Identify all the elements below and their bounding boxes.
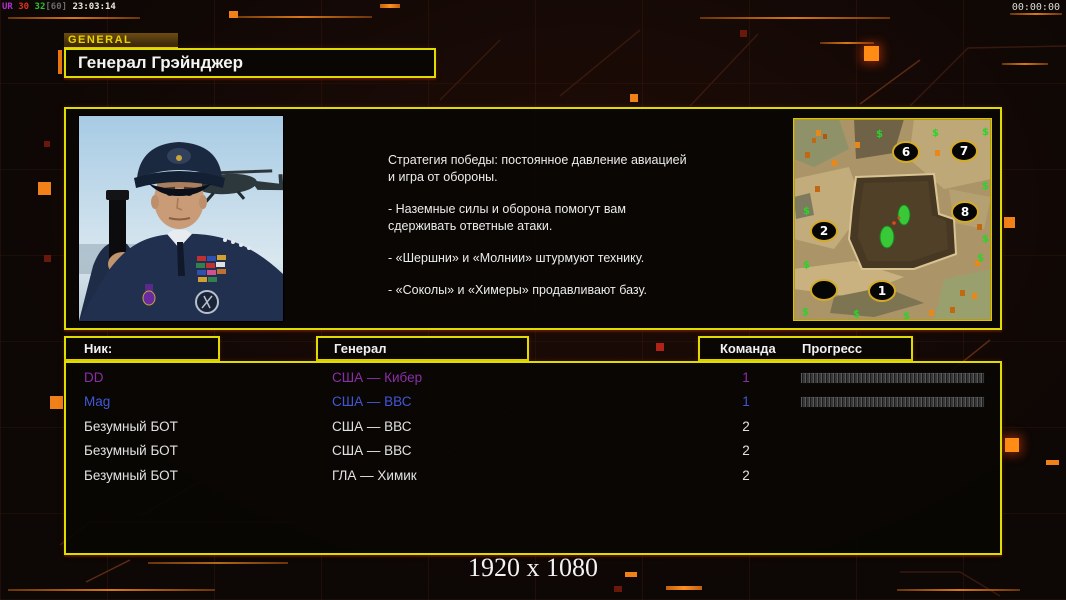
debug-label: UR <box>2 2 13 12</box>
player-general: США — Кибер <box>332 370 423 385</box>
resolution-label: 1920 x 1080 <box>468 553 598 582</box>
player-row: Безумный БОТ ГЛА — Химик 2 <box>66 465 1000 489</box>
player-general: США — ВВС <box>332 394 412 410</box>
deco-square <box>44 255 51 262</box>
svg-text:$: $ <box>932 128 939 139</box>
deco-square <box>864 46 879 61</box>
deco-line <box>8 589 215 591</box>
svg-text:$: $ <box>803 260 810 271</box>
deco-square <box>630 94 638 102</box>
svg-text:$: $ <box>982 181 989 192</box>
player-team: 2 <box>742 443 750 459</box>
player-nick: DD <box>84 370 104 385</box>
player-nick: Mag <box>84 394 111 410</box>
deco-square <box>614 586 622 592</box>
deco-line <box>700 17 890 19</box>
svg-text:8: 8 <box>961 205 969 219</box>
deco-square <box>740 30 747 37</box>
deco-line <box>380 4 400 8</box>
svg-text:$: $ <box>982 234 989 245</box>
column-header-team-progress: Команда Прогресс <box>698 336 913 361</box>
deco-line <box>666 586 702 590</box>
player-general: ГЛА — Химик <box>332 467 417 483</box>
svg-text:6: 6 <box>902 145 910 159</box>
svg-text:2: 2 <box>820 224 828 238</box>
deco-square <box>50 396 63 409</box>
general-portrait <box>78 115 284 322</box>
player-row: Безумный БОТ США — ВВС 2 <box>66 416 1000 440</box>
player-row: DD США — Кибер 1 <box>66 367 1000 391</box>
start-position-marker <box>810 279 838 301</box>
strategy-briefing: Стратегия победы: постоянное давление ав… <box>388 152 728 314</box>
svg-text:$: $ <box>977 253 984 264</box>
deco-line <box>820 42 874 44</box>
player-nick: Безумный БОТ <box>84 467 178 483</box>
svg-text:$: $ <box>853 309 860 320</box>
deco-line <box>8 17 140 19</box>
debug-clock: 23:03:14 <box>72 2 116 12</box>
player-team: 2 <box>742 467 750 483</box>
tree-icon <box>879 225 895 249</box>
debug-fps: 30 <box>18 2 30 12</box>
briefing-paragraph: - Наземные силы и оборона помогут вам сд… <box>388 202 626 233</box>
deco-line <box>1002 63 1048 65</box>
deco-square <box>229 11 238 18</box>
general-name: Генерал Грэйнджер <box>78 53 244 72</box>
svg-text:$: $ <box>903 311 910 320</box>
player-team: 2 <box>742 418 750 434</box>
deco-line <box>897 589 1020 591</box>
player-team: 1 <box>742 370 750 385</box>
minimap: $ $ $ $ $ $ $ $ $ $ $ 6 7 8 2 1 <box>793 118 992 322</box>
deco-square <box>44 141 50 147</box>
player-row: Безумный БОТ США — ВВС 2 <box>66 440 1000 464</box>
svg-text:$: $ <box>982 127 989 138</box>
player-nick: Безумный БОТ <box>84 418 178 434</box>
tree-icon <box>897 204 911 226</box>
svg-text:$: $ <box>803 206 810 217</box>
svg-text:$: $ <box>876 129 883 140</box>
player-team: 1 <box>742 394 750 410</box>
column-header-general: Генерал <box>316 336 529 361</box>
deco-square <box>1046 460 1059 465</box>
player-nick: Безумный БОТ <box>84 443 178 459</box>
general-tab-label: GENERAL <box>64 33 178 48</box>
deco-square <box>38 182 51 195</box>
svg-text:1: 1 <box>878 284 886 298</box>
deco-square <box>656 343 664 351</box>
svg-text:7: 7 <box>960 144 968 158</box>
briefing-paragraph: - «Соколы» и «Химеры» продавливают базу. <box>388 283 647 297</box>
deco-line <box>230 16 372 18</box>
minimap-image: $ $ $ $ $ $ $ $ $ $ $ 6 7 8 2 1 <box>794 119 991 322</box>
svg-text:$: $ <box>802 307 809 318</box>
column-header-team: Команда <box>720 341 776 356</box>
player-general: США — ВВС <box>332 418 412 434</box>
debug-fps2: 32 <box>34 2 46 12</box>
player-general: США — ВВС <box>332 443 412 459</box>
column-header-nick: Ник: <box>64 336 220 361</box>
deco-square <box>1004 217 1015 228</box>
briefing-paragraph: Стратегия победы: постоянное давление ав… <box>388 153 687 184</box>
briefing-paragraph: - «Шершни» и «Молнии» штурмуют технику. <box>388 251 645 265</box>
general-portrait-image <box>79 116 284 321</box>
deco-line <box>58 50 62 74</box>
deco-square <box>1005 438 1019 452</box>
match-timer: 00:00:00 <box>1011 2 1060 13</box>
column-header-progress: Прогресс <box>802 341 863 356</box>
debug-fps-cap: [60] <box>45 2 68 12</box>
gentool-debug-readout: UR 30 32[60] 23:03:14 <box>2 2 116 12</box>
load-progress-bar <box>800 396 985 409</box>
general-title-box: Генерал Грэйнджер <box>64 48 436 78</box>
load-progress-bar <box>800 372 985 384</box>
player-row: Mag США — ВВС 1 <box>66 391 1000 415</box>
briefing-panel: Стратегия победы: постоянное давление ав… <box>64 107 1002 330</box>
player-table: DD США — Кибер 1 Mag США — ВВС 1 Безумны… <box>64 361 1002 555</box>
deco-line <box>1010 13 1062 15</box>
